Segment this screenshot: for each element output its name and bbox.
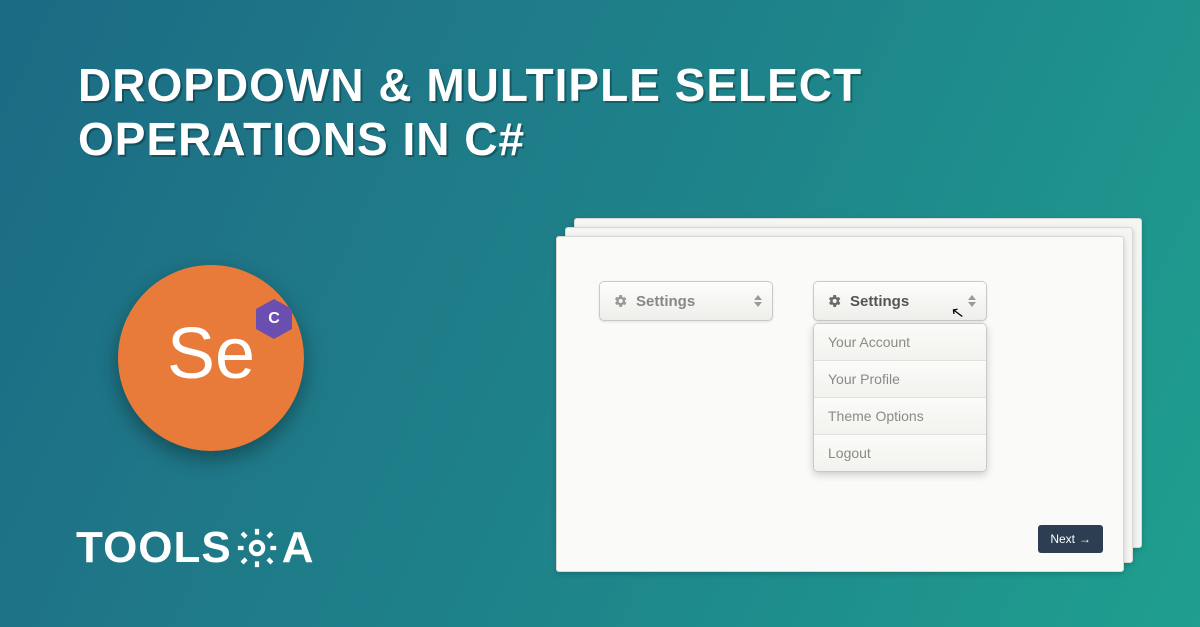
settings-dropdown-closed[interactable]: Settings <box>599 281 773 321</box>
sort-arrows-icon <box>754 295 762 307</box>
gear-icon <box>826 293 842 309</box>
card-front: Settings Settings ↖ Your Account Your Pr… <box>556 236 1124 572</box>
gear-icon <box>234 525 280 571</box>
dropdown-label: Settings <box>636 293 695 310</box>
menu-item-theme-options[interactable]: Theme Options <box>814 398 986 435</box>
toolsqa-logo: TOOLS A <box>76 523 315 573</box>
selenium-label: Se <box>167 313 255 395</box>
ui-preview-card: Settings Settings ↖ Your Account Your Pr… <box>556 218 1146 573</box>
mouse-cursor-icon: ↖ <box>950 302 966 324</box>
dropdown-label: Settings <box>850 293 909 310</box>
arrow-right-icon: → <box>1079 532 1091 546</box>
next-button[interactable]: Next → <box>1038 525 1103 553</box>
menu-item-logout[interactable]: Logout <box>814 435 986 471</box>
page-title: DROPDOWN & MULTIPLE SELECT OPERATIONS IN… <box>78 58 862 167</box>
menu-item-your-profile[interactable]: Your Profile <box>814 361 986 398</box>
settings-menu: Your Account Your Profile Theme Options … <box>813 323 987 472</box>
gear-icon <box>612 293 628 309</box>
sort-arrows-icon <box>968 295 976 307</box>
menu-item-your-account[interactable]: Your Account <box>814 324 986 361</box>
selenium-badge: Se C <box>118 265 304 451</box>
csharp-hex-icon: C <box>256 299 292 339</box>
